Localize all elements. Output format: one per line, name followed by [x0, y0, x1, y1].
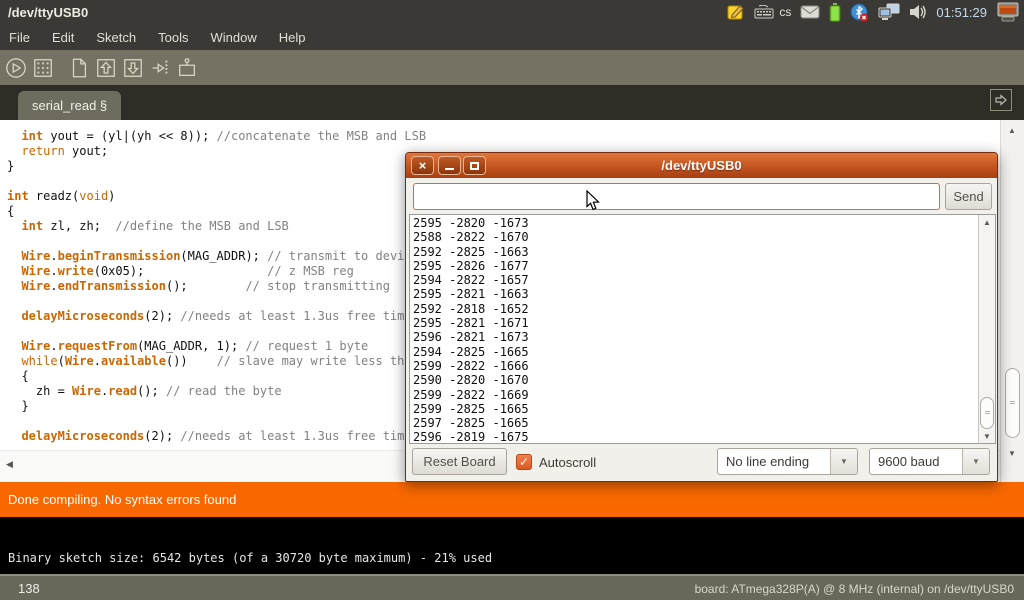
serial-scroll-up-icon[interactable]: ▲ — [983, 218, 991, 227]
bluetooth-off-icon[interactable] — [850, 3, 869, 22]
editor-scroll-thumb[interactable] — [1005, 368, 1020, 438]
serial-input[interactable] — [413, 183, 940, 210]
scroll-up-icon[interactable]: ▲ — [1008, 126, 1016, 135]
compile-status-text: Done compiling. No syntax errors found — [8, 492, 236, 507]
upload-icon — [149, 57, 171, 79]
menu-file[interactable]: File — [9, 30, 30, 45]
open-sketch-button[interactable] — [95, 57, 117, 79]
baud-rate-value: 9600 baud — [870, 449, 962, 474]
volume-icon[interactable] — [909, 4, 927, 20]
desktop: /dev/ttyUSB0 cs 01:51:29 File Edit Sketc… — [0, 0, 1024, 600]
code-area[interactable]: int yout = (yl|(yh << 8)); //concatenate… — [7, 129, 426, 444]
serial-scrollbar[interactable]: ▲ ▼ — [978, 215, 995, 443]
top-panel: /dev/ttyUSB0 cs 01:51:29 — [0, 0, 1024, 24]
serial-scroll-thumb[interactable] — [980, 397, 994, 429]
new-sketch-button[interactable] — [68, 57, 90, 79]
serial-monitor-icon — [176, 57, 198, 79]
session-icon[interactable] — [996, 2, 1020, 22]
tab-serial-read[interactable]: serial_read § — [18, 91, 121, 120]
maximize-button[interactable] — [463, 156, 486, 175]
board-info: board: ATmega328P(A) @ 8 MHz (internal) … — [695, 582, 1014, 596]
scroll-down-icon[interactable]: ▼ — [1008, 449, 1016, 458]
menu-edit[interactable]: Edit — [52, 30, 74, 45]
note-icon[interactable] — [727, 3, 745, 21]
verify-icon — [5, 57, 27, 79]
tab-label: serial_read § — [32, 98, 107, 113]
close-button[interactable]: × — [411, 156, 434, 175]
save-sketch-button[interactable] — [122, 57, 144, 79]
menu-sketch[interactable]: Sketch — [96, 30, 136, 45]
arrow-right-icon — [994, 93, 1008, 107]
menu-window[interactable]: Window — [210, 30, 256, 45]
tab-menu-button[interactable] — [990, 89, 1012, 111]
open-icon — [95, 57, 117, 79]
line-number: 138 — [18, 581, 40, 596]
ide-footer: 138 board: ATmega328P(A) @ 8 MHz (intern… — [0, 574, 1024, 600]
serial-window-titlebar[interactable]: /dev/ttyUSB0 — [406, 153, 997, 178]
toolbar — [0, 50, 1024, 85]
scroll-left-icon[interactable]: ◀ — [6, 459, 13, 470]
menubar: File Edit Sketch Tools Window Help — [0, 24, 1024, 50]
system-tray: cs 01:51:29 — [727, 0, 1020, 24]
minimize-button[interactable] — [438, 156, 461, 175]
editor-vertical-scrollbar[interactable]: ▲ ▼ — [1000, 120, 1024, 482]
check-icon: ✓ — [519, 455, 529, 469]
keyboard-icon[interactable] — [754, 5, 774, 19]
mail-icon[interactable] — [800, 5, 820, 19]
stop-icon — [32, 57, 54, 79]
serial-scroll-down-icon[interactable]: ▼ — [983, 432, 991, 441]
battery-icon[interactable] — [829, 3, 841, 22]
reset-board-button[interactable]: Reset Board — [412, 448, 507, 475]
menu-tools[interactable]: Tools — [158, 30, 188, 45]
autoscroll-checkbox[interactable]: ✓ — [516, 454, 532, 470]
serial-output-area: 2595 -2820 -1673 2588 -2822 -1670 2592 -… — [409, 214, 996, 444]
stop-button[interactable] — [32, 57, 54, 79]
serial-window-title: /dev/ttyUSB0 — [661, 158, 741, 173]
save-icon — [122, 57, 144, 79]
verify-button[interactable] — [5, 57, 27, 79]
chevron-down-icon[interactable]: ▼ — [830, 449, 857, 474]
serial-monitor-window: /dev/ttyUSB0 × Send 2595 -2820 -1673 258… — [405, 152, 998, 482]
window-title: /dev/ttyUSB0 — [8, 5, 88, 20]
chevron-down-icon[interactable]: ▼ — [962, 449, 989, 474]
keyboard-layout-label[interactable]: cs — [779, 5, 791, 19]
serial-monitor-button[interactable] — [176, 57, 198, 79]
serial-controls: Reset Board ✓ Autoscroll No line ending … — [406, 447, 997, 481]
serial-output-text: 2595 -2820 -1673 2588 -2822 -1670 2592 -… — [413, 216, 529, 444]
tab-bar: serial_read § — [0, 85, 1024, 120]
baud-rate-select[interactable]: 9600 baud ▼ — [869, 448, 990, 475]
autoscroll-label: Autoscroll — [539, 455, 596, 470]
build-console: Binary sketch size: 6542 bytes (of a 307… — [0, 517, 1024, 574]
mouse-cursor — [586, 190, 601, 212]
compile-status-bar: Done compiling. No syntax errors found — [0, 482, 1024, 517]
console-output: Binary sketch size: 6542 bytes (of a 307… — [8, 551, 492, 565]
line-ending-value: No line ending — [718, 449, 830, 474]
send-button[interactable]: Send — [945, 183, 992, 210]
line-ending-select[interactable]: No line ending ▼ — [717, 448, 858, 475]
upload-button[interactable] — [149, 57, 171, 79]
menu-help[interactable]: Help — [279, 30, 306, 45]
clock[interactable]: 01:51:29 — [936, 5, 987, 20]
network-icon[interactable] — [878, 3, 900, 21]
new-file-icon — [68, 57, 90, 79]
